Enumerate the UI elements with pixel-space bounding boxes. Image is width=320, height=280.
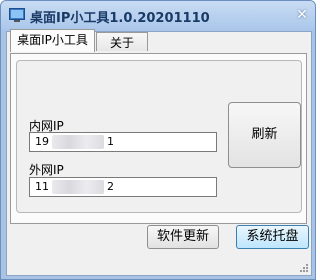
- internal-ip-prefix: 19: [35, 135, 49, 148]
- resize-grip-icon[interactable]: [299, 263, 309, 273]
- close-icon[interactable]: ✕: [294, 7, 310, 23]
- external-ip-prefix: 11: [35, 180, 49, 193]
- title-bar[interactable]: 桌面IP小工具1.0.20201110 ✕: [1, 1, 315, 31]
- external-ip-suffix: 2: [107, 180, 114, 193]
- app-icon: [9, 8, 25, 22]
- external-ip-label: 外网IP: [29, 163, 64, 177]
- client-area: 桌面IP小工具 关于 内网IP 19 1 外网IP 11 2 刷新 软件更新 系统托…: [6, 29, 312, 276]
- status-bar: [7, 255, 311, 275]
- external-ip-field[interactable]: 11 2: [29, 177, 217, 197]
- tray-button[interactable]: 系统托盘: [236, 225, 309, 249]
- redacted-block: [52, 180, 104, 194]
- tab-panel: 内网IP 19 1 外网IP 11 2 刷新: [10, 53, 307, 224]
- tab-about[interactable]: 关于: [96, 32, 148, 51]
- window-title: 桌面IP小工具1.0.20201110: [30, 11, 210, 26]
- redacted-block: [52, 135, 104, 149]
- internal-ip-suffix: 1: [107, 135, 114, 148]
- tab-main[interactable]: 桌面IP小工具: [10, 29, 95, 52]
- update-button[interactable]: 软件更新: [147, 225, 219, 249]
- app-window: 桌面IP小工具1.0.20201110 ✕ 桌面IP小工具 关于 内网IP 19…: [0, 0, 316, 280]
- internal-ip-field[interactable]: 19 1: [29, 132, 217, 152]
- refresh-button[interactable]: 刷新: [228, 102, 301, 168]
- ip-groupbox: 内网IP 19 1 外网IP 11 2 刷新: [16, 60, 302, 213]
